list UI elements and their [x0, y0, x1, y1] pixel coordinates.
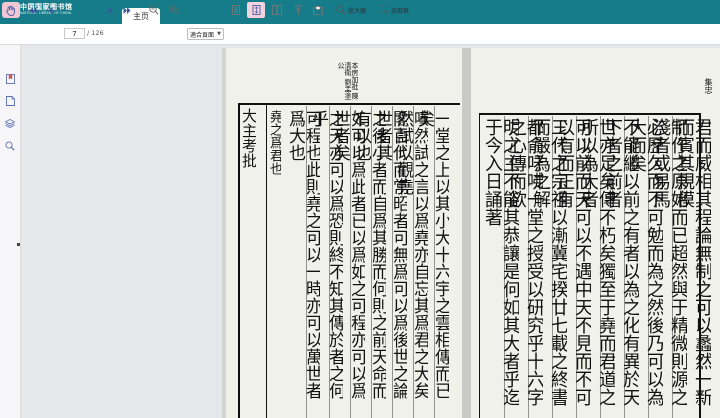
hand-icon: [6, 5, 15, 16]
single-page-button[interactable]: [230, 2, 242, 18]
search-icon: [5, 141, 15, 151]
next-page-icon: [108, 6, 112, 14]
last-page-icon: [123, 6, 131, 14]
bookmark-button[interactable]: [4, 73, 16, 85]
magnifier-icon: [336, 5, 346, 15]
prev-page-button[interactable]: [45, 2, 55, 18]
layers-icon: [5, 118, 15, 128]
text-column: 大主考批: [241, 108, 256, 168]
pages-icon: [5, 96, 15, 106]
zoom-in-button[interactable]: [168, 2, 180, 18]
first-page-icon: [29, 6, 37, 14]
prev-page-icon: [48, 6, 52, 14]
bookmark-icon: [5, 74, 15, 84]
page-total-label: / 126: [87, 29, 104, 37]
single-page-icon: [232, 5, 240, 15]
fit-page-button[interactable]: [247, 2, 265, 18]
page-side-header: 本房加批 陳清衛 劉孟塗 公: [337, 62, 358, 100]
margin-label: 集忠: [704, 78, 713, 94]
select-box-button[interactable]: 选取框: [379, 2, 413, 18]
book-spread-image: 本房加批 陳清衛 劉孟塗 公 大主考批 堯之爲君也 可程也此則堯之可以一時亦可以…: [222, 48, 720, 418]
hand-tool-button[interactable]: [2, 2, 20, 18]
double-page-icon: [272, 5, 282, 15]
zoom-in-icon: [169, 5, 179, 15]
text-column: 君而威相其程論無制之可以蠡然一新而賓其規模: [675, 118, 711, 406]
zoom-level-value: 適合頁面: [190, 31, 215, 39]
select-box-label: 选取框: [391, 7, 410, 15]
chevron-down-icon: ▼: [217, 31, 221, 37]
last-page-button[interactable]: [121, 2, 133, 18]
text-column: 堯之爲君也: [268, 110, 281, 175]
zoom-out-icon: [149, 5, 159, 15]
fit-page-icon: [252, 5, 260, 15]
zoom-level-select[interactable]: 適合頁面 ▼: [187, 28, 224, 40]
left-page: 本房加批 陳清衛 劉孟塗 公 大主考批 堯之爲君也 可程也此則堯之可以一時亦可以…: [226, 48, 462, 418]
rotate-page-button[interactable]: [292, 2, 304, 18]
first-page-button[interactable]: [27, 2, 39, 18]
search-button[interactable]: [4, 140, 16, 152]
zoom-out-button[interactable]: [148, 2, 160, 18]
page-thumbnails-button[interactable]: [4, 95, 16, 107]
book-gutter: [462, 48, 471, 418]
viewer-toolbar: [0, 24, 720, 45]
sidebar-resize-handle[interactable]: [17, 243, 20, 246]
full-screen-icon: [313, 5, 323, 15]
magnifier-label: 放大鏡: [348, 7, 367, 15]
double-page-button[interactable]: [271, 2, 283, 18]
rotate-icon: [294, 5, 302, 15]
full-screen-button[interactable]: [312, 2, 324, 18]
select-box-icon: [379, 5, 389, 15]
page-number-input[interactable]: 7: [64, 28, 85, 39]
document-viewer[interactable]: 本房加批 陳清衛 劉孟塗 公 大主考批 堯之爲君也 可程也此則堯之可以一時亦可以…: [21, 45, 720, 418]
next-page-button[interactable]: [105, 2, 115, 18]
left-sidebar: [0, 45, 21, 418]
magnifier-button[interactable]: 放大鏡: [336, 2, 370, 18]
text-column: 一堂之上以其小大十六宇之雲相傳而已矣: [415, 110, 449, 399]
right-page: 明之主不能其恭讓是何如其大者乎迄于今入日誦著 都俞吁咈一堂之授受以研究乎十六字之…: [471, 48, 720, 418]
layers-button[interactable]: [4, 117, 16, 129]
